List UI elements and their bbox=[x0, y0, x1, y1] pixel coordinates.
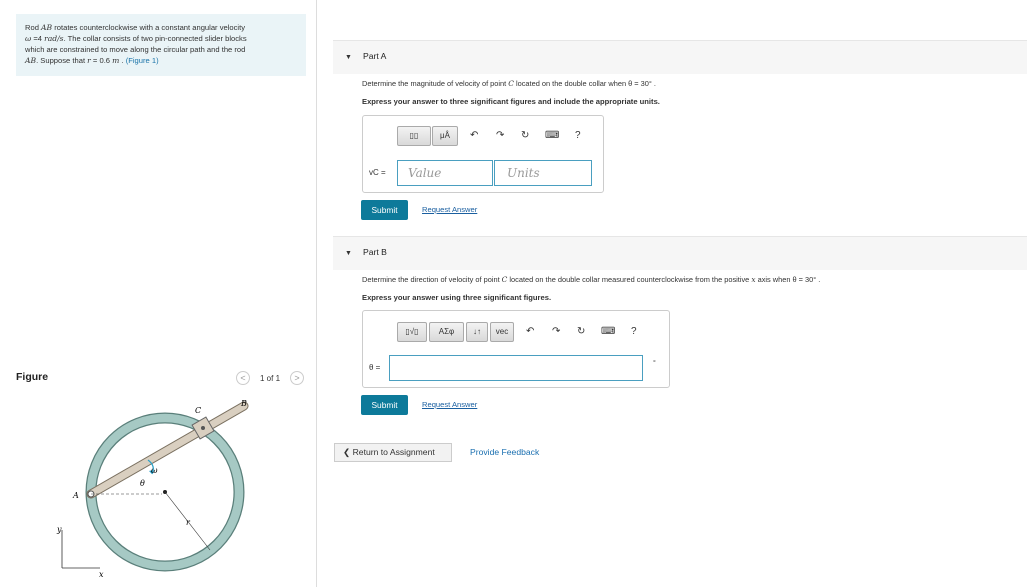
help-icon[interactable]: ? bbox=[631, 326, 637, 337]
text: axis when θ = 30° . bbox=[755, 275, 821, 284]
part-b-header[interactable]: ▼ Part B bbox=[333, 236, 1027, 270]
label-C: C bbox=[195, 406, 201, 415]
part-a-header[interactable]: ▼ Part A bbox=[333, 40, 1027, 74]
text: . The collar consists of two pin-connect… bbox=[63, 34, 247, 43]
redo-icon[interactable]: ↷ bbox=[496, 130, 504, 141]
undo-icon[interactable]: ↶ bbox=[470, 130, 478, 141]
chevron-left-icon: ❮ bbox=[343, 447, 353, 457]
label-A: A bbox=[72, 491, 79, 500]
help-icon[interactable]: ? bbox=[575, 130, 581, 141]
theta-label: θ = bbox=[369, 363, 381, 372]
unit-rad-s: rad/s bbox=[44, 34, 64, 43]
collapse-triangle-icon[interactable]: ▼ bbox=[345, 54, 352, 61]
var-AB: AB bbox=[25, 56, 37, 65]
part-b-instruction: Express your answer using three signific… bbox=[362, 293, 552, 302]
text: . Suppose that bbox=[36, 56, 88, 65]
part-b-answer-box: ▯√▯ ΑΣφ ↓↑ vec ↶ ↷ ↻ ⌨ ? θ = ° bbox=[362, 310, 670, 388]
problem-line-4: AB. Suppose that r = 0.6 m . (Figure 1) bbox=[25, 55, 298, 66]
vec-button[interactable]: vec bbox=[490, 322, 514, 342]
left-panel: Rod AB rotates counterclockwise with a c… bbox=[0, 0, 317, 587]
label-y: y bbox=[56, 525, 62, 534]
undo-icon[interactable]: ↶ bbox=[526, 326, 534, 337]
part-b-request-answer-link[interactable]: Request Answer bbox=[422, 400, 477, 409]
units-button[interactable]: μÅ bbox=[432, 126, 458, 146]
problem-statement: Rod AB rotates counterclockwise with a c… bbox=[16, 14, 306, 76]
problem-line-3: which are constrained to move along the … bbox=[25, 45, 246, 54]
redo-icon[interactable]: ↷ bbox=[552, 326, 560, 337]
return-to-assignment-button[interactable]: ❮ Return to Assignment bbox=[334, 443, 452, 462]
part-b-question: Determine the direction of velocity of p… bbox=[362, 275, 820, 284]
part-a-title: Part A bbox=[363, 51, 387, 61]
keyboard-icon[interactable]: ⌨ bbox=[545, 130, 559, 141]
var-AB: AB bbox=[41, 23, 53, 32]
units-input[interactable]: Units bbox=[494, 160, 592, 186]
return-label: Return to Assignment bbox=[352, 447, 435, 457]
reset-icon[interactable]: ↻ bbox=[577, 326, 585, 337]
label-r: r bbox=[186, 518, 191, 527]
text: located on the double collar when θ = 30… bbox=[513, 79, 656, 88]
figure-diagram: A B C ω θ r x y bbox=[56, 399, 249, 579]
figure-heading: Figure bbox=[16, 371, 49, 383]
provide-feedback-link[interactable]: Provide Feedback bbox=[470, 447, 539, 457]
collar-pin bbox=[201, 426, 205, 430]
text: rotates counterclockwise with a constant… bbox=[52, 23, 246, 32]
value-input[interactable]: Value bbox=[397, 160, 493, 186]
problem-line-1: Rod AB rotates counterclockwise with a c… bbox=[25, 22, 298, 33]
part-a-instruction: Express your answer to three significant… bbox=[362, 97, 660, 106]
keyboard-icon[interactable]: ⌨ bbox=[601, 326, 615, 337]
figure-counter: 1 of 1 bbox=[260, 374, 281, 383]
text: located on the double collar measured co… bbox=[507, 275, 752, 284]
text: Determine the direction of velocity of p… bbox=[362, 275, 502, 284]
templates-button[interactable]: ▯√▯ bbox=[397, 322, 427, 342]
text: Determine the magnitude of velocity of p… bbox=[362, 79, 509, 88]
label-x: x bbox=[99, 570, 104, 579]
vc-label: vC = bbox=[369, 168, 386, 177]
arrows-button[interactable]: ↓↑ bbox=[466, 322, 488, 342]
figure-link[interactable]: (Figure 1) bbox=[126, 56, 159, 65]
part-b-title: Part B bbox=[363, 247, 387, 257]
part-a-request-answer-link[interactable]: Request Answer bbox=[422, 205, 477, 214]
units-placeholder: Units bbox=[507, 166, 540, 180]
problem-line-2: ω =4 rad/s. The collar consists of two p… bbox=[25, 33, 298, 44]
part-a-answer-box: ▯▯ μÅ ↶ ↷ ↻ ⌨ ? vC = Value Units bbox=[362, 115, 604, 193]
part-b-submit-button[interactable]: Submit bbox=[361, 395, 408, 415]
figure-prev-button[interactable]: < bbox=[236, 371, 250, 385]
figure-next-button[interactable]: > bbox=[290, 371, 304, 385]
label-B: B bbox=[240, 399, 247, 408]
label-omega: ω bbox=[151, 466, 158, 475]
collapse-triangle-icon[interactable]: ▼ bbox=[345, 250, 352, 257]
greek-button[interactable]: ΑΣφ bbox=[429, 322, 464, 342]
reset-icon[interactable]: ↻ bbox=[521, 130, 529, 141]
part-a-question: Determine the magnitude of velocity of p… bbox=[362, 79, 656, 88]
text: =4 bbox=[31, 34, 45, 43]
templates-button[interactable]: ▯▯ bbox=[397, 126, 431, 146]
part-a-submit-button[interactable]: Submit bbox=[361, 200, 408, 220]
value-placeholder: Value bbox=[408, 166, 442, 180]
text: = 0.6 bbox=[90, 56, 113, 65]
theta-input[interactable] bbox=[389, 355, 643, 381]
degree-unit: ° bbox=[653, 360, 656, 367]
text: Rod bbox=[25, 23, 42, 32]
label-theta: θ bbox=[140, 479, 145, 488]
